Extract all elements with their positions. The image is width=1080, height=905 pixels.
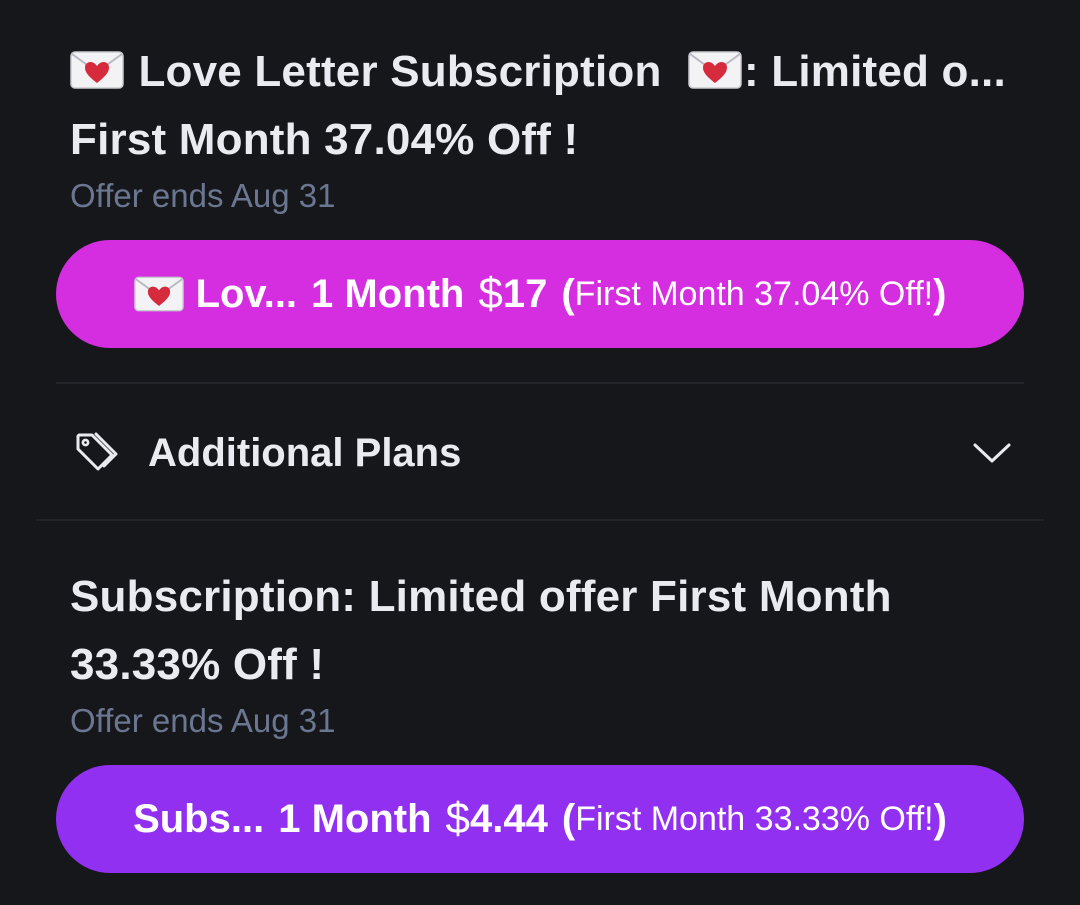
plan-period: 1 Month: [278, 796, 432, 841]
plan-discount-note: First Month 37.04% Off!: [574, 274, 934, 313]
offer-title-tail: : Limited o...: [743, 47, 1006, 96]
plan-paren-open: (: [561, 271, 575, 316]
offer-expiry: Offer ends Aug 31: [70, 702, 336, 739]
chevron-down-icon[interactable]: [972, 440, 1012, 466]
additional-plans-toggle[interactable]: Additional Plans: [56, 420, 1024, 486]
plan-currency: $: [445, 794, 470, 843]
love-letter-icon: [133, 275, 184, 313]
offer-title-line-1: Love Letter Subscription : Limited o...: [70, 38, 1020, 106]
divider: [36, 519, 1044, 521]
additional-plans-label: Additional Plans: [148, 430, 462, 475]
plan-price: 17: [502, 271, 548, 316]
offer-title-line-1: Subscription: Limited offer First Month: [70, 572, 892, 621]
love-letter-icon: [688, 50, 742, 90]
subscription-plan-button[interactable]: Subs... 1 Month $ 4.44 ( First Month 33.…: [56, 765, 1024, 873]
offer-expiry: Offer ends Aug 31: [70, 177, 336, 214]
plan-paren-open: (: [561, 796, 576, 841]
offer-subscription: Subscription: Limited offer First Month …: [70, 563, 1020, 741]
plan-discount-note: First Month 33.33% Off!: [575, 799, 934, 838]
divider: [56, 382, 1024, 384]
offer-title: Love Letter Subscription : Limited o... …: [70, 38, 1020, 174]
subscription-plans-page: Love Letter Subscription : Limited o... …: [0, 0, 1080, 905]
plan-name: Lov...: [195, 271, 298, 316]
love-letter-plan-button[interactable]: Lov... 1 Month $ 17 ( First Month 37.04%…: [56, 240, 1024, 348]
plan-name: Subs...: [133, 796, 265, 841]
plan-currency: $: [478, 269, 503, 318]
offer-love-letter: Love Letter Subscription : Limited o... …: [70, 38, 1020, 216]
offer-title-line-2: 33.33% Off !: [70, 640, 325, 689]
plan-period: 1 Month: [311, 271, 465, 316]
plan-paren-close: ): [933, 271, 947, 316]
tag-icon: [74, 430, 120, 476]
plan-price: 4.44: [470, 796, 548, 841]
offer-title: Subscription: Limited offer First Month …: [70, 563, 1020, 699]
offer-title-line-2: First Month 37.04% Off !: [70, 115, 579, 164]
love-letter-icon: [70, 50, 124, 90]
offer-title-text: Love Letter Subscription: [138, 47, 662, 96]
plan-paren-close: ): [933, 796, 947, 841]
